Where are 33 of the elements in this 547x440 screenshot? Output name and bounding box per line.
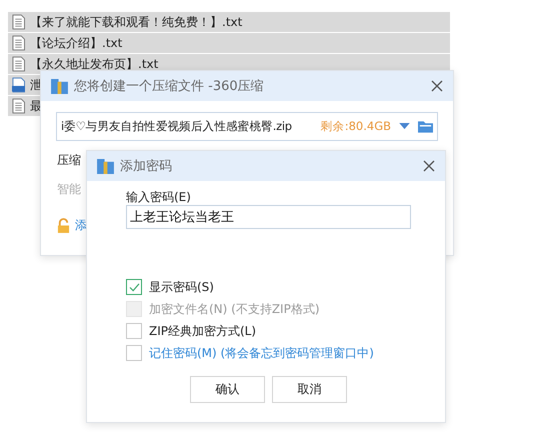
dropdown-icon[interactable]	[399, 123, 410, 130]
video-file-icon	[12, 77, 25, 93]
file-name[interactable]: 最	[30, 98, 42, 114]
cancel-button[interactable]: 取消	[272, 376, 347, 403]
free-space: 剩余:80.4GB	[320, 119, 391, 134]
folder-icon[interactable]	[418, 120, 433, 133]
filename-field[interactable]: i委♡与男友自拍性爱视频后入性感蜜桃臀.zip 剩余:80.4GB	[56, 112, 438, 141]
file-name[interactable]: 泄	[30, 76, 42, 94]
lock-icon	[57, 218, 70, 233]
setting-label: 智能	[57, 181, 81, 198]
dialog-title: 添加密码	[120, 158, 173, 175]
option-label[interactable]: ZIP经典加密方式(L)	[149, 322, 256, 340]
confirm-button[interactable]: 确认	[190, 376, 265, 403]
password-field[interactable]: 上老王论坛当老王	[126, 205, 411, 229]
close-icon[interactable]	[423, 160, 435, 172]
window-title: 您将创建一个压缩文件 -360压缩	[74, 78, 265, 95]
setting-label: 压缩	[57, 152, 81, 169]
archive-icon	[97, 158, 114, 174]
checkbox[interactable]	[126, 279, 142, 295]
checkbox[interactable]	[126, 323, 142, 339]
field-label: 输入密码(E)	[126, 189, 192, 205]
add-password-link[interactable]: 添	[75, 217, 87, 234]
checkbox[interactable]	[126, 345, 142, 361]
file-name[interactable]: 【论坛介绍】.txt	[30, 34, 122, 52]
option-label[interactable]: 显示密码(S)	[149, 278, 214, 296]
document-icon	[12, 98, 25, 114]
document-icon	[12, 35, 25, 51]
checkmark-icon	[128, 282, 140, 292]
remember-password-link[interactable]: 记住密码(M) (将会备忘到密码管理窗口中)	[149, 344, 374, 362]
document-icon	[12, 56, 25, 72]
close-icon[interactable]	[431, 80, 443, 92]
document-icon	[12, 14, 25, 30]
archive-icon	[51, 78, 68, 94]
